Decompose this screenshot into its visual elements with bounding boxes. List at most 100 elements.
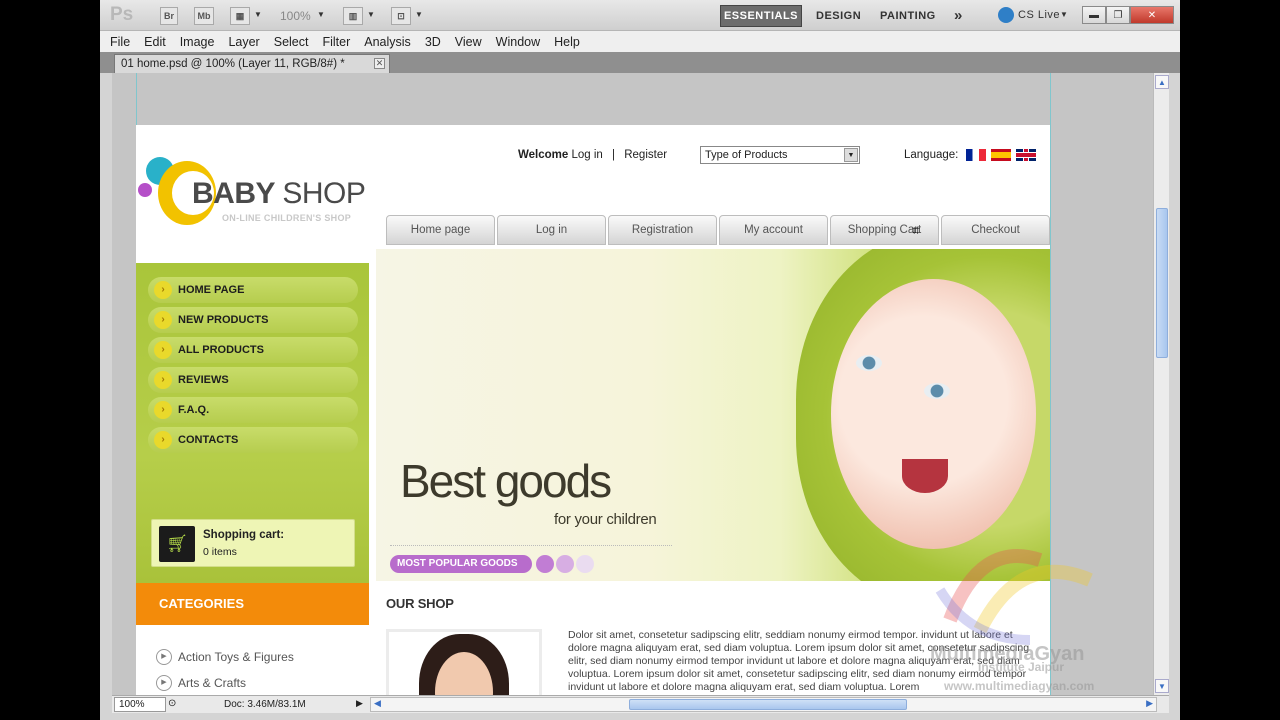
- slider-dot[interactable]: [576, 555, 594, 573]
- category-item[interactable]: ▶ Arts & Crafts: [156, 675, 246, 691]
- sidebar-item-label: ALL PRODUCTS: [178, 344, 264, 356]
- nav-checkout[interactable]: Checkout: [941, 215, 1050, 245]
- minimize-button[interactable]: ▬: [1082, 6, 1106, 24]
- menu-window[interactable]: Window: [496, 35, 540, 49]
- menu-file[interactable]: File: [110, 35, 130, 49]
- logo-dot-icon: [138, 183, 152, 197]
- baby-face-image: [831, 279, 1036, 549]
- horizontal-scrollbar[interactable]: ◀ ▶: [370, 697, 1157, 712]
- scroll-up-icon[interactable]: ▲: [1155, 75, 1169, 89]
- scroll-thumb[interactable]: [629, 699, 907, 710]
- chevron-down-icon[interactable]: ▼: [254, 10, 262, 19]
- hero-banner: Best goods for your children MOST POPULA…: [376, 249, 1050, 581]
- nav-shopping-cart[interactable]: Shopping Cart: [830, 215, 939, 245]
- menu-analysis[interactable]: Analysis: [364, 35, 411, 49]
- nav-registration[interactable]: Registration: [608, 215, 717, 245]
- canvas-area[interactable]: BABY SHOP ON-LINE CHILDREN'S SHOP Welcom…: [112, 73, 1153, 695]
- menu-3d[interactable]: 3D: [425, 35, 441, 49]
- arrow-right-icon: ›: [154, 341, 172, 359]
- document-tab-title: 01 home.psd @ 100% (Layer 11, RGB/8#) *: [121, 58, 345, 70]
- crop-cursor-icon: ⌗: [912, 222, 920, 238]
- website-mockup: BABY SHOP ON-LINE CHILDREN'S SHOP Welcom…: [136, 125, 1050, 695]
- workspace-design[interactable]: DESIGN: [816, 10, 861, 22]
- category-label: Action Toys & Figures: [178, 650, 294, 664]
- slider-dot-active[interactable]: [536, 555, 554, 573]
- vertical-scrollbar[interactable]: ▲ ▼: [1153, 73, 1169, 695]
- cart-icon: 🛒︎: [159, 526, 195, 562]
- category-item[interactable]: ▶ Action Toys & Figures: [156, 649, 294, 665]
- baby-eye: [856, 355, 882, 371]
- register-link[interactable]: Register: [624, 149, 667, 161]
- maximize-button[interactable]: ❐: [1106, 6, 1130, 24]
- most-popular-badge[interactable]: MOST POPULAR GOODS: [390, 555, 532, 573]
- scroll-left-icon[interactable]: ◀: [374, 698, 381, 709]
- menu-layer[interactable]: Layer: [228, 35, 259, 49]
- document-info-icon[interactable]: ⊙: [168, 698, 176, 709]
- sidebar-item-contacts[interactable]: › CONTACTS: [148, 427, 358, 453]
- nav-home[interactable]: Home page: [386, 215, 495, 245]
- nav-login[interactable]: Log in: [497, 215, 606, 245]
- watermark-line2: www.multimediagyan.com: [944, 679, 1095, 693]
- chevron-down-icon[interactable]: ▼: [1060, 10, 1068, 19]
- status-menu-arrow-icon[interactable]: ▶: [356, 698, 363, 709]
- sidebar-item-home[interactable]: › HOME PAGE: [148, 277, 358, 303]
- language-label: Language:: [904, 149, 959, 161]
- doc-size-info: Doc: 3.46M/83.1M: [224, 699, 306, 710]
- more-workspaces-button[interactable]: »: [954, 7, 963, 24]
- sidebar-item-reviews[interactable]: › REVIEWS: [148, 367, 358, 393]
- sidebar-item-new-products[interactable]: › NEW PRODUCTS: [148, 307, 358, 333]
- document-tab[interactable]: 01 home.psd @ 100% (Layer 11, RGB/8#) * …: [114, 54, 390, 73]
- france-flag-icon[interactable]: [966, 149, 986, 161]
- spain-flag-icon[interactable]: [991, 149, 1011, 161]
- product-type-select[interactable]: Type of Products ▼: [700, 146, 860, 164]
- arrow-right-icon: ›: [154, 281, 172, 299]
- sidebar-item-faq[interactable]: › F.A.Q.: [148, 397, 358, 423]
- chevron-down-icon[interactable]: ▼: [317, 10, 325, 19]
- menu-view[interactable]: View: [455, 35, 482, 49]
- close-tab-icon[interactable]: ✕: [374, 58, 385, 69]
- mini-bridge-button[interactable]: Mb: [194, 7, 214, 25]
- status-zoom-field[interactable]: 100%: [114, 697, 166, 712]
- our-shop-heading: OUR SHOP: [386, 596, 454, 611]
- zoom-level-select[interactable]: 100%: [280, 9, 311, 23]
- baby-mouth: [902, 459, 948, 493]
- menu-image[interactable]: Image: [180, 35, 215, 49]
- divider: [390, 545, 672, 546]
- arrow-right-icon: ›: [154, 371, 172, 389]
- status-bar: 100% ⊙ Doc: 3.46M/83.1M ▶ ◀ ▶: [112, 695, 1169, 713]
- scroll-right-icon[interactable]: ▶: [1146, 698, 1153, 709]
- chevron-down-icon[interactable]: ▼: [367, 10, 375, 19]
- play-icon: ▶: [156, 675, 172, 691]
- watermark-line1: Institute Jaipur: [978, 660, 1065, 674]
- nav-my-account[interactable]: My account: [719, 215, 828, 245]
- menu-edit[interactable]: Edit: [144, 35, 166, 49]
- close-button[interactable]: ✕: [1130, 6, 1174, 24]
- welcome-bar: Welcome Log in | Register: [518, 149, 667, 161]
- layout-icon: ▥: [348, 10, 358, 21]
- bridge-button[interactable]: Br: [160, 7, 178, 25]
- uk-flag-icon[interactable]: [1016, 149, 1036, 161]
- scroll-down-icon[interactable]: ▼: [1155, 679, 1169, 693]
- menu-select[interactable]: Select: [274, 35, 309, 49]
- cs-live-button[interactable]: CS Live: [1018, 9, 1060, 21]
- sidebar-item-all-products[interactable]: › ALL PRODUCTS: [148, 337, 358, 363]
- screen-mode-icon: ⊡: [397, 10, 405, 21]
- site-logo-tagline: ON-LINE CHILDREN'S SHOP: [222, 213, 352, 223]
- sidebar-item-label: F.A.Q.: [178, 404, 210, 416]
- scroll-thumb[interactable]: [1156, 208, 1168, 358]
- slider-dot[interactable]: [556, 555, 574, 573]
- arrange-documents-button[interactable]: ▥: [343, 7, 363, 25]
- chevron-down-icon[interactable]: ▼: [844, 148, 858, 162]
- workspace-essentials[interactable]: ESSENTIALS: [720, 5, 802, 27]
- cs-live-icon: [998, 7, 1014, 23]
- menu-filter[interactable]: Filter: [322, 35, 350, 49]
- login-link[interactable]: Log in: [571, 149, 602, 161]
- screen-mode-button[interactable]: ⊡: [391, 7, 411, 25]
- chevron-down-icon[interactable]: ▼: [415, 10, 423, 19]
- hero-subtitle: for your children: [554, 511, 657, 528]
- welcome-label: Welcome: [518, 149, 569, 161]
- view-extras-button[interactable]: ▦: [230, 7, 250, 25]
- workspace-painting[interactable]: PAINTING: [880, 10, 936, 22]
- shopping-cart-box[interactable]: 🛒︎ Shopping cart: 0 items: [151, 519, 355, 567]
- menu-help[interactable]: Help: [554, 35, 580, 49]
